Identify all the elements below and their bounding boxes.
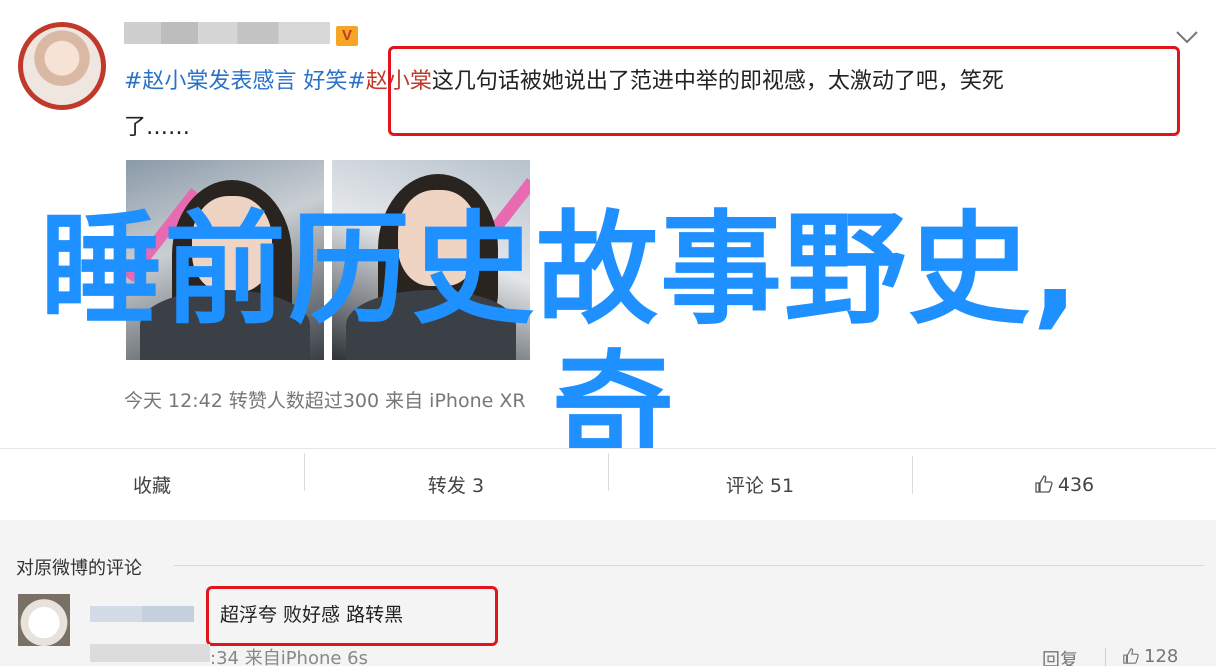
hashtag-link-2[interactable]: 好笑#: [296, 69, 365, 94]
overlay-title: 睡前历史故事野史,: [40, 199, 1081, 341]
thumbs-up-icon: [1035, 474, 1053, 493]
comment-label: 评论 51: [725, 475, 795, 497]
comment-time-blurred: [90, 644, 210, 662]
repost-button[interactable]: 转发 3: [304, 453, 608, 498]
like-count: 436: [1057, 473, 1095, 496]
avatar-image: [23, 27, 101, 105]
comment-time: :34 来自iPhone 6s: [210, 648, 369, 666]
thumbs-up-icon: [1123, 648, 1139, 664]
comments-title: 对原微博的评论: [16, 558, 142, 579]
author-name-blurred[interactable]: [124, 22, 330, 44]
comment-button[interactable]: 评论 51: [608, 453, 912, 498]
comments-section: 对原微博的评论 超浮夸 败好感 路转黑 :34 来自iPhone 6s 回复 1…: [0, 520, 1216, 666]
commenter-name-blurred[interactable]: [90, 606, 194, 622]
post-body-continued: 了……: [124, 115, 191, 140]
chevron-down-icon[interactable]: [1174, 26, 1200, 48]
divider: [174, 565, 1204, 566]
hashtag-link[interactable]: #赵小棠发表感言: [124, 69, 296, 94]
like-button[interactable]: 436: [912, 455, 1216, 496]
author-avatar[interactable]: [18, 22, 106, 110]
repost-label: 转发 3: [427, 475, 485, 497]
action-bar: 收藏 转发 3 评论 51 436: [0, 448, 1216, 520]
divider: [1105, 648, 1106, 666]
favorite-button[interactable]: 收藏: [0, 471, 304, 498]
vip-badge: V: [336, 26, 358, 46]
highlight-box-post: [388, 46, 1180, 136]
favorite-label: 收藏: [132, 475, 171, 497]
commenter-avatar[interactable]: [18, 594, 70, 646]
highlight-box-comment: [206, 586, 498, 646]
post-meta: 今天 12:42 转赞人数超过300 来自 iPhone XR: [124, 390, 526, 412]
comment-like-button[interactable]: 128: [1122, 646, 1178, 666]
comment-like-count: 128: [1144, 646, 1179, 666]
reply-button[interactable]: 回复: [1042, 646, 1078, 666]
